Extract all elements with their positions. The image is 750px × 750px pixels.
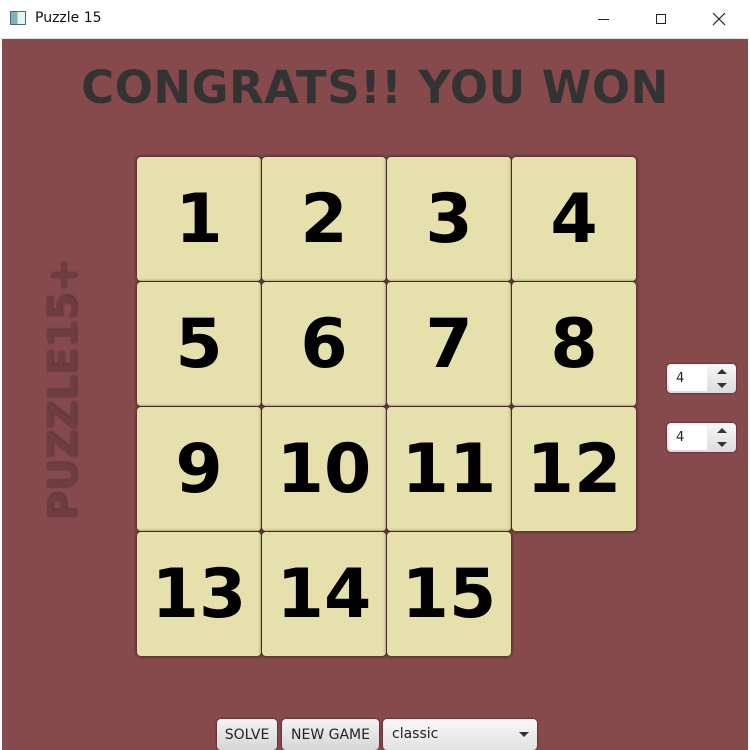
mode-select[interactable]: classic xyxy=(383,719,537,750)
cols-increment-button[interactable] xyxy=(709,424,734,437)
app-window-icon xyxy=(10,11,26,25)
side-logo-text: PUZZLE15+ xyxy=(40,259,86,521)
mode-select-value: classic xyxy=(392,726,439,742)
puzzle-tile[interactable]: 6 xyxy=(262,282,386,406)
chevron-down-icon xyxy=(716,442,727,447)
solve-button[interactable]: SOLVE xyxy=(217,719,277,750)
puzzle-tile[interactable]: 15 xyxy=(387,532,511,656)
puzzle-tile[interactable]: 7 xyxy=(387,282,511,406)
puzzle-tile[interactable]: 4 xyxy=(512,157,636,281)
puzzle-tile[interactable]: 11 xyxy=(387,407,511,531)
maximize-button[interactable] xyxy=(638,0,684,38)
chevron-down-icon xyxy=(519,732,529,737)
rows-spinner[interactable]: 4 xyxy=(667,364,736,393)
puzzle-tile[interactable]: 8 xyxy=(512,282,636,406)
puzzle-tile[interactable]: 12 xyxy=(512,407,636,531)
puzzle-tile[interactable]: 3 xyxy=(387,157,511,281)
window-title: Puzzle 15 xyxy=(35,10,102,26)
rows-decrement-button[interactable] xyxy=(709,379,734,392)
close-icon xyxy=(712,12,726,26)
puzzle-tile[interactable]: 2 xyxy=(262,157,386,281)
puzzle-tile[interactable]: 14 xyxy=(262,532,386,656)
puzzle-board: 1 2 3 4 5 6 7 8 9 10 11 12 13 14 15 xyxy=(137,157,637,657)
cols-spinner[interactable]: 4 xyxy=(667,423,736,452)
chevron-up-icon xyxy=(716,428,727,433)
close-button[interactable] xyxy=(696,0,742,38)
puzzle-tile[interactable]: 13 xyxy=(137,532,261,656)
chevron-down-icon xyxy=(716,383,727,388)
rows-increment-button[interactable] xyxy=(709,365,734,378)
puzzle-tile[interactable]: 1 xyxy=(137,157,261,281)
window-titlebar: Puzzle 15 xyxy=(0,0,750,39)
cols-spinner-field[interactable]: 4 xyxy=(669,425,707,450)
minimize-icon xyxy=(597,18,609,20)
maximize-icon xyxy=(656,14,666,24)
puzzle-tile[interactable]: 5 xyxy=(137,282,261,406)
puzzle-tile[interactable]: 10 xyxy=(262,407,386,531)
cols-decrement-button[interactable] xyxy=(709,438,734,451)
puzzle-tile[interactable]: 9 xyxy=(137,407,261,531)
status-message: CONGRATS!! YOU WON xyxy=(81,61,669,114)
minimize-button[interactable] xyxy=(580,0,626,38)
new-game-button[interactable]: NEW GAME xyxy=(282,719,379,750)
rows-spinner-field[interactable]: 4 xyxy=(669,366,707,391)
chevron-up-icon xyxy=(716,369,727,374)
